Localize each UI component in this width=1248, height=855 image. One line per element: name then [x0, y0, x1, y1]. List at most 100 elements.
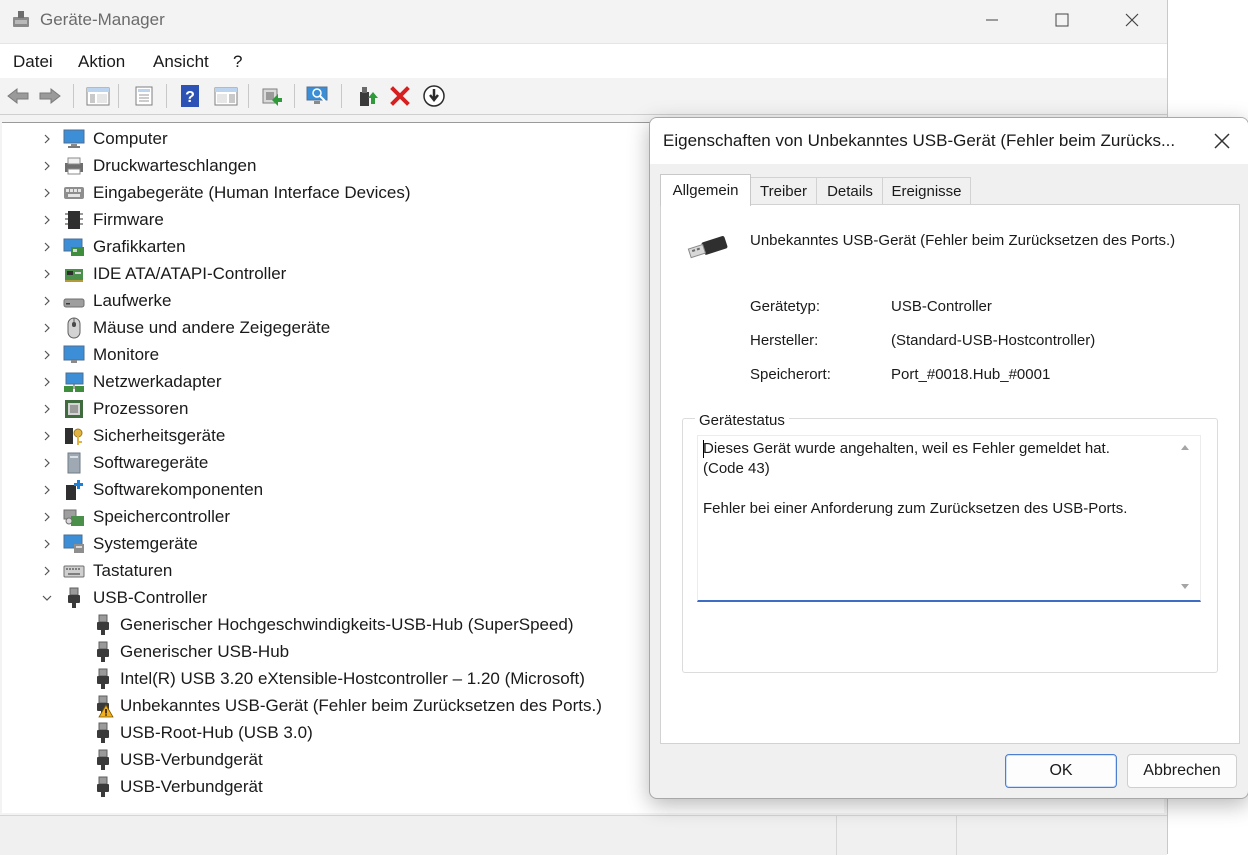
action-pane-button[interactable]: [212, 82, 240, 110]
tree-category-row[interactable]: Laufwerke: [37, 287, 171, 314]
usb-connector-icon: [92, 749, 114, 771]
chevron-right-icon: [44, 350, 50, 359]
expand-toggle[interactable]: [37, 345, 57, 365]
scroll-up-icon[interactable]: [1178, 440, 1192, 454]
status-bar-pane: [836, 816, 957, 855]
expand-toggle[interactable]: [37, 210, 57, 230]
tree-device-row[interactable]: USB-Verbundgerät: [92, 746, 263, 773]
expand-toggle[interactable]: [37, 399, 57, 419]
dialog-title: Eigenschaften von Unbekanntes USB-Gerät …: [663, 131, 1176, 150]
cancel-button[interactable]: Abbrechen: [1127, 754, 1237, 788]
location-label: Speicherort:: [750, 366, 831, 383]
title-bar[interactable]: Geräte-Manager: [0, 0, 1167, 40]
chevron-right-icon: [44, 566, 50, 575]
tree-category-row[interactable]: Systemgeräte: [37, 530, 198, 557]
software-component-icon: [63, 479, 85, 501]
tree-device-row[interactable]: USB-Verbundgerät: [92, 773, 263, 800]
tree-item-label: Intel(R) USB 3.20 eXtensible-Hostcontrol…: [120, 668, 585, 688]
tree-category-row[interactable]: Tastaturen: [37, 557, 172, 584]
show-hide-console-tree-icon: [86, 87, 110, 106]
expand-collapse-toggle[interactable]: [37, 588, 57, 608]
toolbar-separator: [118, 84, 119, 108]
tree-category-row[interactable]: Eingabegeräte (Human Interface Devices): [37, 179, 411, 206]
tree-category-row[interactable]: Softwarekomponenten: [37, 476, 263, 503]
expand-toggle[interactable]: [37, 453, 57, 473]
menu-datei[interactable]: Datei: [13, 52, 53, 72]
chevron-right-icon: [44, 404, 50, 413]
tree-item-label: Generischer Hochgeschwindigkeits-USB-Hub…: [120, 614, 574, 634]
enable-device-button[interactable]: [352, 82, 380, 110]
close-icon: [1214, 133, 1230, 149]
minimize-button[interactable]: [957, 0, 1027, 40]
menu-bar: Datei Aktion Ansicht ?: [0, 43, 1167, 79]
menu-aktion[interactable]: Aktion: [78, 52, 125, 72]
properties-dialog: Eigenschaften von Unbekanntes USB-Gerät …: [649, 117, 1248, 799]
expand-toggle[interactable]: [37, 156, 57, 176]
menu-ansicht[interactable]: Ansicht: [153, 52, 209, 72]
device-status-textbox[interactable]: Dieses Gerät wurde angehalten, weil es F…: [697, 435, 1201, 602]
tree-device-row[interactable]: Unbekanntes USB-Gerät (Fehler beim Zurüc…: [92, 692, 602, 719]
expand-toggle[interactable]: [37, 237, 57, 257]
tree-device-row[interactable]: Generischer USB-Hub: [92, 638, 289, 665]
device-status-text: Dieses Gerät wurde angehalten, weil es F…: [703, 440, 1128, 517]
software-device-icon: [63, 452, 85, 474]
expand-toggle[interactable]: [37, 129, 57, 149]
help-button[interactable]: ?: [176, 82, 204, 110]
scroll-down-icon[interactable]: [1178, 580, 1192, 594]
tab-treiber[interactable]: Treiber: [749, 177, 818, 205]
printer-icon: [63, 155, 85, 177]
expand-toggle[interactable]: [37, 426, 57, 446]
tab-allgemein[interactable]: Allgemein: [660, 174, 751, 206]
chevron-right-icon: [44, 512, 50, 521]
tree-item-label: IDE ATA/ATAPI-Controller: [93, 263, 287, 283]
expand-toggle[interactable]: [37, 480, 57, 500]
close-button[interactable]: [1097, 0, 1167, 40]
tree-device-row[interactable]: Intel(R) USB 3.20 eXtensible-Hostcontrol…: [92, 665, 585, 692]
expand-toggle[interactable]: [37, 264, 57, 284]
toolbar-separator: [166, 84, 167, 108]
expand-toggle[interactable]: [37, 183, 57, 203]
update-driver-button[interactable]: [258, 82, 286, 110]
dialog-title-bar[interactable]: Eigenschaften von Unbekanntes USB-Gerät …: [650, 118, 1248, 164]
tree-device-row[interactable]: Generischer Hochgeschwindigkeits-USB-Hub…: [92, 611, 574, 638]
expand-toggle[interactable]: [37, 372, 57, 392]
mouse-icon: [63, 317, 85, 339]
expand-toggle[interactable]: [37, 318, 57, 338]
tree-category-row[interactable]: Softwaregeräte: [37, 449, 208, 476]
tree-item-label: Softwaregeräte: [93, 452, 209, 472]
tree-category-row[interactable]: Sicherheitsgeräte: [37, 422, 225, 449]
tab-ereignisse[interactable]: Ereignisse: [882, 177, 971, 205]
back-button[interactable]: [4, 82, 32, 110]
forward-button[interactable]: [36, 82, 64, 110]
console-tree-button[interactable]: [84, 82, 112, 110]
menu-help[interactable]: ?: [233, 52, 242, 72]
maximize-button[interactable]: [1027, 0, 1097, 40]
scan-hardware-button[interactable]: [304, 82, 332, 110]
tree-category-row[interactable]: Druckwarteschlangen: [37, 152, 256, 179]
expand-toggle[interactable]: [37, 291, 57, 311]
tree-category-row[interactable]: Computer: [37, 125, 168, 152]
tree-category-row[interactable]: USB-Controller: [37, 584, 207, 611]
tree-category-row[interactable]: Speichercontroller: [37, 503, 230, 530]
uninstall-device-button[interactable]: [386, 82, 414, 110]
tree-device-row[interactable]: USB-Root-Hub (USB 3.0): [92, 719, 313, 746]
disable-device-button[interactable]: [420, 82, 448, 110]
tree-category-row[interactable]: IDE ATA/ATAPI-Controller: [37, 260, 286, 287]
expand-toggle[interactable]: [37, 507, 57, 527]
tree-category-row[interactable]: Grafikkarten: [37, 233, 186, 260]
tree-item-label: Sicherheitsgeräte: [93, 425, 226, 445]
hid-icon: [63, 182, 85, 204]
tab-details[interactable]: Details: [816, 177, 884, 205]
ok-button[interactable]: OK: [1005, 754, 1117, 788]
expand-toggle[interactable]: [37, 561, 57, 581]
tree-category-row[interactable]: Netzwerkadapter: [37, 368, 222, 395]
device-manager-app-icon: [13, 11, 29, 27]
tree-category-row[interactable]: Monitore: [37, 341, 159, 368]
properties-button[interactable]: [130, 82, 158, 110]
properties-icon: [135, 86, 153, 106]
dialog-close-button[interactable]: [1202, 126, 1242, 156]
tree-category-row[interactable]: Prozessoren: [37, 395, 188, 422]
tree-category-row[interactable]: Mäuse und andere Zeigegeräte: [37, 314, 330, 341]
tree-category-row[interactable]: Firmware: [37, 206, 164, 233]
expand-toggle[interactable]: [37, 534, 57, 554]
